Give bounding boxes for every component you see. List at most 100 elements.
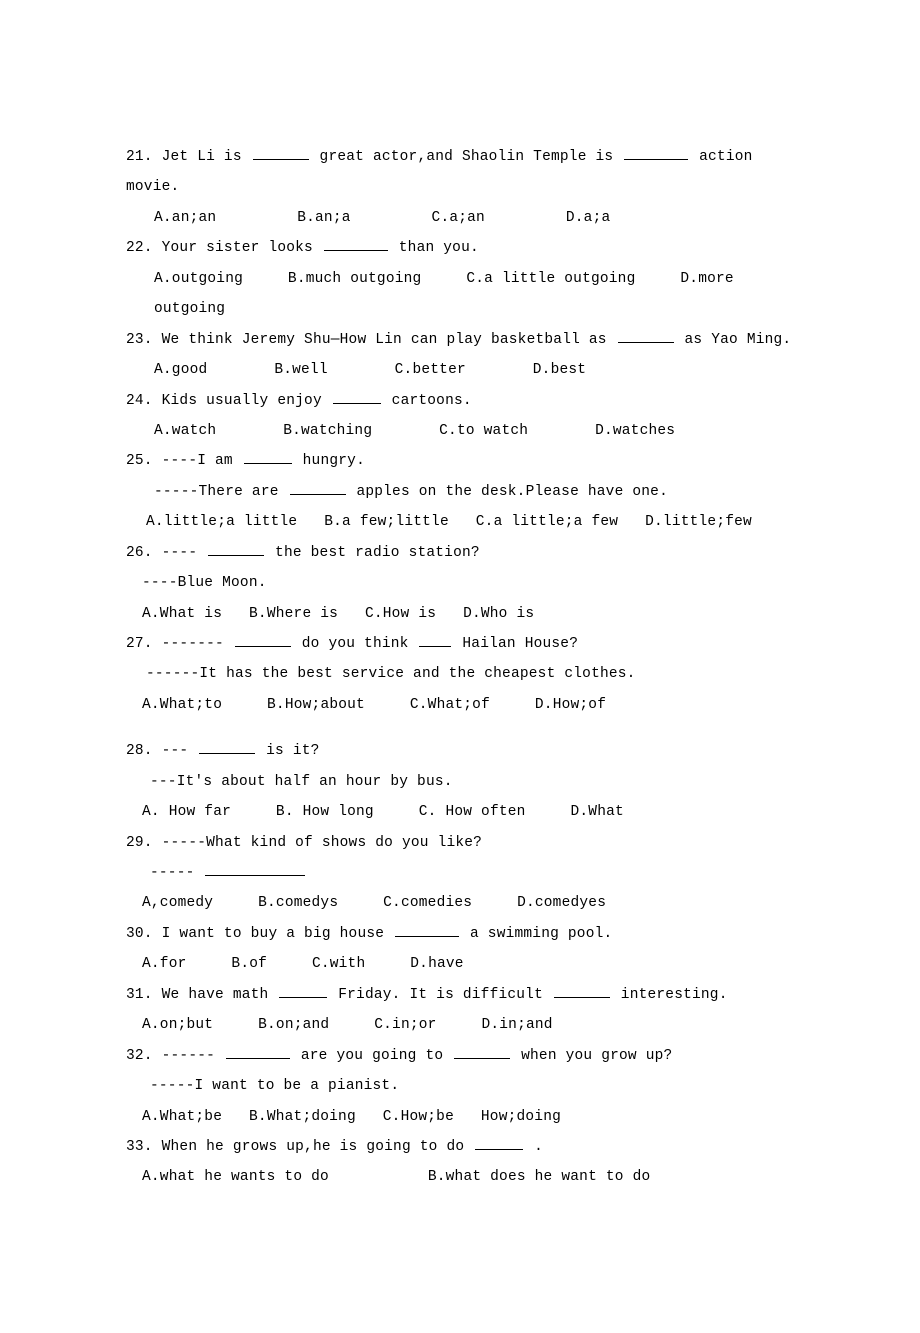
q-num: 24. (126, 393, 153, 409)
blank (253, 146, 309, 160)
option-d: D.comedyes (517, 895, 606, 911)
option-b: B.of (231, 956, 267, 972)
blank (226, 1045, 290, 1059)
option-c: C.a;an (432, 210, 485, 226)
option-b: B.well (274, 362, 327, 378)
question-29: 29. -----What kind of shows do you like? (126, 828, 800, 858)
q-text: Friday. It is difficult (338, 987, 543, 1003)
q-num: 30. (126, 926, 153, 942)
q-text: hungry. (303, 453, 365, 469)
option-b: B.comedys (258, 895, 338, 911)
q-text: ---It's about half an hour by bus. (150, 774, 453, 790)
q-text: Jet Li is (162, 149, 242, 165)
option-b: B.what does he want to do (428, 1169, 651, 1185)
q-text: when you grow up? (521, 1048, 672, 1064)
q-text: --- (162, 743, 189, 759)
blank (208, 542, 264, 556)
options-23: A.good B.well C.better D.best (154, 355, 800, 385)
q-text: When he grows up,he is going to do (162, 1139, 465, 1155)
option-c: C.better (395, 362, 466, 378)
option-c: C.in;or (374, 1017, 436, 1033)
q-text: do you think (302, 636, 409, 652)
option-d: D.a;a (566, 210, 611, 226)
q-text: a swimming pool. (470, 926, 612, 942)
q-text: Kids usually enjoy (162, 393, 322, 409)
blank (324, 237, 388, 251)
options-29: A,comedy B.comedys C.comedies D.comedyes (142, 888, 800, 918)
q-text: . (534, 1139, 543, 1155)
q-num: 26. (126, 545, 153, 561)
worksheet-page: 21. Jet Li is great actor,and Shaolin Te… (0, 0, 920, 1333)
q-text: ----I am (162, 453, 233, 469)
question-22: 22. Your sister looks than you. (126, 233, 800, 263)
q-text: -----What kind of shows do you like? (162, 835, 482, 851)
question-27: 27. ------- do you think Hailan House? (126, 629, 800, 659)
blank (419, 633, 451, 647)
q-text: ------It has the best service and the ch… (146, 666, 636, 682)
q-text: -----There are (154, 484, 279, 500)
option-b: B. How long (276, 804, 374, 820)
options-24: A.watch B.watching C.to watch D.watches (154, 416, 800, 446)
question-30: 30. I want to buy a big house a swimming… (126, 919, 800, 949)
option-a: A. How far (142, 804, 231, 820)
q-text: -----I want to be a pianist. (150, 1078, 399, 1094)
option-a: A.for (142, 956, 187, 972)
question-25: 25. ----I am hungry. (126, 446, 800, 476)
question-27-line2: ------It has the best service and the ch… (146, 659, 800, 689)
option-b: B.much outgoing (288, 271, 422, 287)
question-31: 31. We have math Friday. It is difficult… (126, 980, 800, 1010)
q-num: 27. (126, 636, 153, 652)
question-23: 23. We think Jeremy Shu—How Lin can play… (126, 325, 800, 355)
blank (618, 329, 674, 343)
options-26: A.What is B.Where is C.How is D.Who is (142, 599, 800, 629)
option-a: A.watch (154, 423, 216, 439)
option-a: A.What is (142, 606, 222, 622)
q-num: 23. (126, 332, 153, 348)
option-c: C. How often (419, 804, 526, 820)
blank (244, 450, 292, 464)
option-d: D.How;of (535, 697, 606, 713)
question-21: 21. Jet Li is great actor,and Shaolin Te… (126, 142, 800, 203)
q-text: I want to buy a big house (162, 926, 385, 942)
blank (205, 862, 305, 876)
question-32-line2: -----I want to be a pianist. (150, 1071, 800, 1101)
blank (199, 740, 255, 754)
q-text: the best radio station? (275, 545, 480, 561)
question-24: 24. Kids usually enjoy cartoons. (126, 386, 800, 416)
option-d: D.watches (595, 423, 675, 439)
blank (290, 481, 346, 495)
option-c: C.a little outgoing (466, 271, 635, 287)
q-text: We have math (162, 987, 278, 1003)
blank (395, 923, 459, 937)
q-num: 22. (126, 240, 153, 256)
question-28-line2: ---It's about half an hour by bus. (150, 767, 800, 797)
q-text: interesting. (621, 987, 728, 1003)
options-22: A.outgoing B.much outgoing C.a little ou… (154, 264, 800, 325)
option-a: A,comedy (142, 895, 213, 911)
option-c: C.What;of (410, 697, 490, 713)
blank (279, 984, 327, 998)
q-text: We think Jeremy Shu—How Lin can play bas… (162, 332, 607, 348)
option-a: A.on;but (142, 1017, 213, 1033)
q-text: ------- (162, 636, 224, 652)
q-text: is it? (266, 743, 319, 759)
option-a: A.an;an (154, 210, 216, 226)
option-c: C.How;be (383, 1109, 454, 1125)
option-b: B.watching (283, 423, 372, 439)
q-text: are you going to (301, 1048, 443, 1064)
options-25: A.little;a little B.a few;little C.a lit… (146, 507, 800, 537)
q-num: 31. (126, 987, 153, 1003)
q-text: as Yao Ming. (685, 332, 792, 348)
option-a: A.little;a little (146, 514, 297, 530)
option-d: D.in;and (481, 1017, 552, 1033)
q-text: than you. (399, 240, 479, 256)
option-b: B.on;and (258, 1017, 329, 1033)
option-c: C.with (312, 956, 365, 972)
q-text: ---- (162, 545, 198, 561)
option-b: B.Where is (249, 606, 338, 622)
option-c: C.to watch (439, 423, 528, 439)
blank (454, 1045, 510, 1059)
option-a: A.What;be (142, 1109, 222, 1125)
options-30: A.for B.of C.with D.have (142, 949, 800, 979)
q-num: 32. (126, 1048, 153, 1064)
